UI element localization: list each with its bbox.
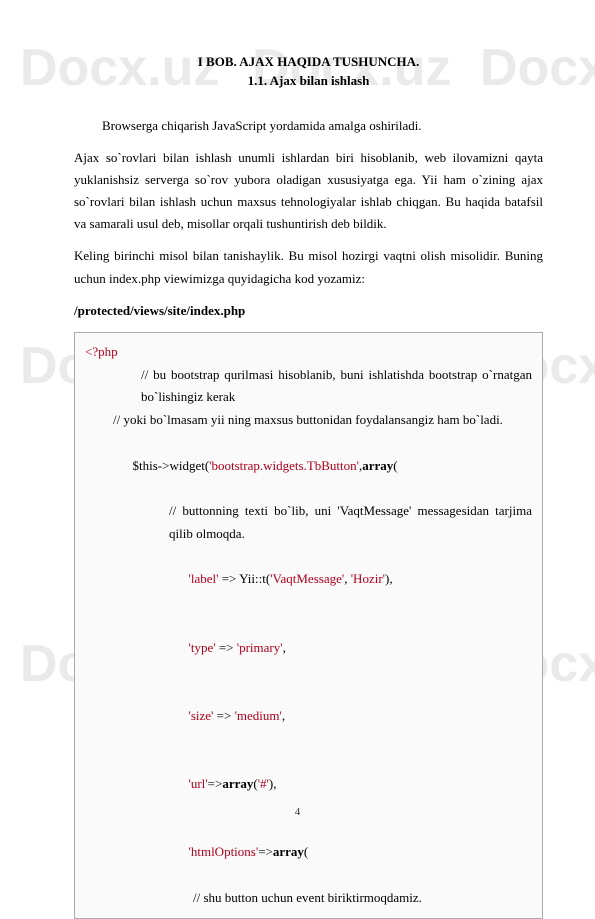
code-comment: // yoki bo`lmasam yii ning maxsus button… xyxy=(85,409,532,432)
code-token: ( xyxy=(393,458,397,473)
code-token: => xyxy=(258,844,273,859)
code-token: 'type' xyxy=(189,640,216,655)
code-token: 'primary' xyxy=(237,640,283,655)
code-token: ( xyxy=(304,844,308,859)
code-token: 'Hozir' xyxy=(351,571,385,586)
code-token: '#' xyxy=(258,776,269,791)
code-comment: // bu bootstrap qurilmasi hisoblanib, bu… xyxy=(85,364,532,410)
page-number: 4 xyxy=(0,806,595,818)
chapter-heading: I BOB. AJAX HAQIDA TUSHUNCHA. xyxy=(74,54,543,70)
file-path: /protected/views/site/index.php xyxy=(74,300,543,322)
code-line: $this->widget('bootstrap.widgets.TbButto… xyxy=(85,432,532,500)
code-token: ), xyxy=(269,776,277,791)
body-paragraph-2: Keling birinchi misol bilan tanishaylik.… xyxy=(74,245,543,289)
code-line: <?php xyxy=(85,341,532,364)
code-token: 'VaqtMessage' xyxy=(270,571,344,586)
code-token: 'bootstrap.widgets.TbButton' xyxy=(209,458,359,473)
code-token: => Yii::t( xyxy=(218,571,270,586)
code-token: => xyxy=(216,640,237,655)
code-token: 'size' xyxy=(189,708,214,723)
code-line: 'type' => 'primary', xyxy=(85,614,532,682)
section-heading: 1.1. Ajax bilan ishlash xyxy=(74,73,543,89)
code-token: $this->widget( xyxy=(133,458,210,473)
code-comment: // shu button uchun event biriktirmoqdam… xyxy=(85,887,532,910)
code-line: 'size' => 'medium', xyxy=(85,682,532,750)
code-line: 'htmlOptions'=>array( xyxy=(85,819,532,887)
code-token: array xyxy=(362,458,393,473)
code-token: array xyxy=(273,844,304,859)
code-block: <?php // bu bootstrap qurilmasi hisoblan… xyxy=(74,332,543,919)
code-comment: // buttonning texti bo`lib, uni 'VaqtMes… xyxy=(85,500,532,546)
code-token: 'label' xyxy=(189,571,219,586)
code-token: => xyxy=(208,776,223,791)
code-token: , xyxy=(283,640,286,655)
code-token: => xyxy=(213,708,234,723)
code-token: 'url' xyxy=(189,776,208,791)
body-paragraph-1: Ajax so`rovlari bilan ishlash unumli ish… xyxy=(74,147,543,235)
code-line: 'label' => Yii::t('VaqtMessage', 'Hozir'… xyxy=(85,546,532,614)
code-token: , xyxy=(282,708,285,723)
code-token: 'medium' xyxy=(235,708,282,723)
code-token: 'htmlOptions' xyxy=(189,844,259,859)
intro-paragraph: Browserga chiqarish JavaScript yordamida… xyxy=(74,115,543,137)
code-token: ), xyxy=(385,571,393,586)
page-content: I BOB. AJAX HAQIDA TUSHUNCHA. 1.1. Ajax … xyxy=(0,0,595,919)
code-token: array xyxy=(222,776,253,791)
